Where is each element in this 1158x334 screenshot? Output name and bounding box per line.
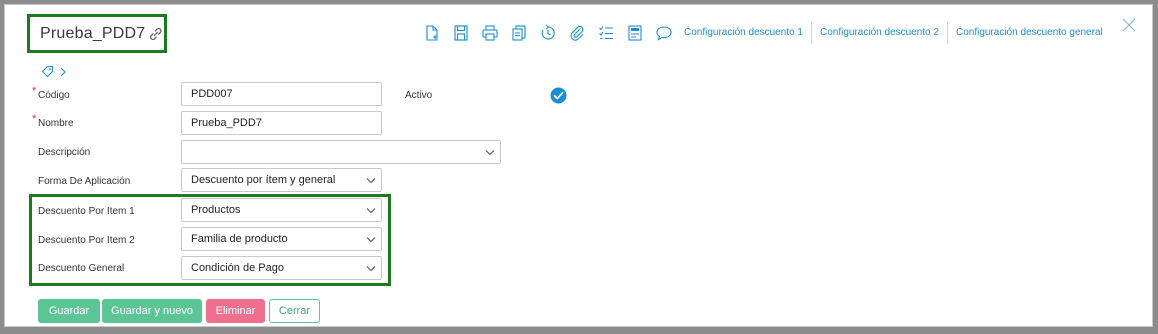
tag-row[interactable] — [41, 65, 67, 78]
forma-aplicacion-select[interactable]: Descuento por ítem y general — [181, 168, 382, 192]
save-button[interactable]: Guardar — [38, 299, 100, 323]
form-panel: Prueba_PDD7 Configuración descuento 1 Co… — [4, 4, 1153, 327]
tag-icon[interactable] — [41, 65, 54, 78]
codigo-label: * Código — [32, 85, 70, 101]
history-icon[interactable] — [539, 23, 557, 43]
descripcion-label: Descripción — [38, 147, 91, 158]
copy-icon[interactable] — [510, 23, 528, 43]
chevron-down-icon — [366, 208, 376, 214]
descripcion-select[interactable] — [181, 140, 501, 164]
print-icon[interactable] — [481, 23, 499, 43]
save-icon[interactable] — [452, 23, 470, 43]
config-discount-1-link[interactable]: Configuración descuento 1 — [684, 22, 811, 44]
close-button[interactable]: Cerrar — [269, 299, 320, 323]
page-title: Prueba_PDD7 — [40, 24, 146, 42]
new-document-icon[interactable] — [423, 23, 441, 43]
codigo-input[interactable]: PDD007 — [181, 82, 382, 106]
comment-icon[interactable] — [655, 23, 673, 43]
activo-checkbox[interactable] — [550, 87, 567, 104]
nombre-input[interactable]: Prueba_PDD7 — [181, 111, 382, 135]
descuento-item-2-select[interactable]: Familia de producto — [181, 227, 382, 251]
descuento-general-select[interactable]: Condición de Pago — [181, 256, 382, 280]
forma-aplicacion-label: Forma De Aplicación — [38, 176, 131, 187]
nombre-label: * Nombre — [32, 113, 74, 129]
descuento-item-2-label: Descuento Por Item 2 — [38, 235, 135, 246]
link-icon[interactable] — [148, 26, 164, 42]
chevron-down-icon — [485, 150, 495, 156]
activo-label: Activo — [405, 90, 433, 101]
chevron-down-icon — [366, 178, 376, 184]
chevron-down-icon — [366, 237, 376, 243]
attachment-icon[interactable] — [568, 23, 586, 43]
required-asterisk: * — [32, 85, 37, 97]
descuento-general-label: Descuento General — [38, 263, 125, 274]
save-and-new-button[interactable]: Guardar y nuevo — [102, 299, 202, 323]
close-icon[interactable] — [1122, 18, 1136, 32]
delete-button[interactable]: Eliminar — [206, 299, 265, 323]
chevron-down-icon — [366, 266, 376, 272]
config-discount-2-link[interactable]: Configuración descuento 2 — [810, 22, 947, 44]
descuento-item-1-label: Descuento Por Item 1 — [38, 206, 135, 217]
descuento-item-1-select[interactable]: Productos — [181, 198, 382, 222]
toolbar: Configuración descuento 1 Configuración … — [423, 20, 1111, 46]
title-highlight-box: Prueba_PDD7 — [27, 14, 167, 53]
chevron-right-icon[interactable] — [59, 67, 67, 77]
report-icon[interactable] — [626, 23, 644, 43]
required-asterisk: * — [32, 113, 37, 125]
checklist-icon[interactable] — [597, 23, 615, 43]
config-discount-general-link[interactable]: Configuración descuento general — [946, 22, 1111, 44]
